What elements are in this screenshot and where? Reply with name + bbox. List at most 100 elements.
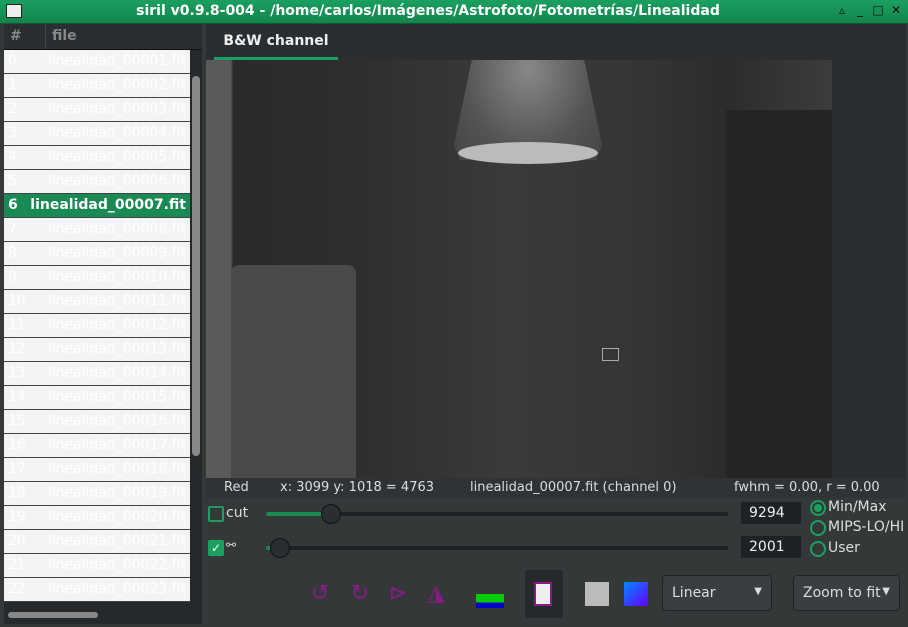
minimize-button[interactable]: _ [854, 3, 866, 17]
scale-dropdown[interactable]: Linear ▼ [662, 575, 772, 611]
row-index: 13 [8, 365, 26, 381]
list-item[interactable]: 16 linealidad_00017.fit [4, 434, 190, 458]
row-file: linealidad_00019.fit [47, 485, 186, 501]
row-index: 14 [8, 389, 26, 405]
row-file: linealidad_00009.fit [47, 245, 186, 261]
status-file: linealidad_00007.fit (channel 0) [470, 480, 677, 495]
selection-box[interactable] [602, 348, 619, 361]
list-item[interactable]: 7 linealidad_00008.fit [4, 218, 190, 242]
hi-value-field[interactable]: 9294 [741, 502, 801, 524]
list-item[interactable]: 11 linealidad_00012.fit [4, 314, 190, 338]
histogram-icon[interactable] [476, 580, 504, 608]
cut-checkbox[interactable] [208, 506, 224, 522]
close-button[interactable]: ✕ [890, 3, 902, 17]
horizontal-scrollbar[interactable] [8, 612, 98, 618]
list-item[interactable]: 1 linealidad_00002.fit [4, 74, 190, 98]
link-icon: ⚯ [226, 538, 237, 552]
list-item[interactable]: 2 linealidad_00003.fit [4, 98, 190, 122]
row-index: 22 [8, 581, 26, 597]
chevron-down-icon: ▼ [754, 586, 762, 597]
chevron-down-icon: ▼ [882, 586, 890, 597]
row-index: 1 [8, 77, 17, 93]
image-margin [832, 60, 906, 478]
list-item[interactable]: 17 linealidad_00018.fit [4, 458, 190, 482]
list-item[interactable]: 18 linealidad_00019.fit [4, 482, 190, 506]
list-item[interactable]: 8 linealidad_00009.fit [4, 242, 190, 266]
vertical-scrollbar[interactable] [192, 76, 200, 456]
status-bar: Red x: 3099 y: 1018 = 4763 linealidad_00… [206, 478, 906, 498]
lo-slider-track[interactable] [266, 546, 728, 550]
row-index: 7 [8, 221, 17, 237]
list-item[interactable]: 15 linealidad_00016.fit [4, 410, 190, 434]
rotate-left-icon[interactable]: ↺ [306, 580, 334, 608]
list-item[interactable]: 0 linealidad_00001.fit [4, 50, 190, 74]
mirror-y-icon[interactable]: ◮ [422, 580, 450, 608]
lo-slider-handle[interactable] [270, 538, 290, 558]
radio-minmax[interactable] [810, 500, 826, 516]
zoom-dropdown[interactable]: Zoom to fit ▼ [793, 575, 900, 611]
row-file: linealidad_00005.fit [47, 149, 186, 165]
list-item[interactable]: 4 linealidad_00005.fit [4, 146, 190, 170]
link-checkbox[interactable]: ✓ [208, 540, 224, 556]
row-file: linealidad_00023.fit [47, 581, 186, 597]
radio-mips[interactable] [810, 520, 826, 536]
row-index: 10 [8, 293, 26, 309]
row-file: linealidad_00014.fit [47, 365, 186, 381]
window-title: siril v0.9.8-004 - /home/carlos/Imágenes… [136, 3, 720, 19]
row-index: 18 [8, 485, 26, 501]
hi-slider-handle[interactable] [321, 504, 341, 524]
rotate-right-icon[interactable]: ↻ [346, 580, 374, 608]
image-info-button[interactable] [525, 570, 563, 618]
sequence-list: # file 0 linealidad_00001.fit 1 linealidad_… [4, 24, 202, 624]
list-item[interactable]: 13 linealidad_00014.fit [4, 362, 190, 386]
list-item[interactable]: 3 linealidad_00004.fit [4, 122, 190, 146]
list-item[interactable]: 12 linealidad_00013.fit [4, 338, 190, 362]
row-index: 19 [8, 509, 26, 525]
shade-button[interactable]: ▵ [836, 3, 848, 17]
radio-mips-label: MIPS-LO/HI [828, 519, 905, 535]
row-file: linealidad_00002.fit [47, 77, 186, 93]
radio-user[interactable] [810, 541, 826, 557]
row-file: linealidad_00017.fit [47, 437, 186, 453]
negative-view-icon[interactable] [585, 582, 609, 606]
column-header-file[interactable]: file [46, 24, 83, 49]
row-index: 20 [8, 533, 26, 549]
image-content [726, 110, 832, 478]
list-item[interactable]: 9 linealidad_00010.fit [4, 266, 190, 290]
row-file: linealidad_00010.fit [47, 269, 186, 285]
mirror-x-icon[interactable]: ⊳ [384, 580, 412, 608]
status-channel: Red [224, 480, 249, 495]
status-fwhm: fwhm = 0.00, r = 0.00 [734, 480, 880, 495]
lo-value-field[interactable]: 2001 [741, 536, 801, 558]
list-item[interactable]: 14 linealidad_00015.fit [4, 386, 190, 410]
row-file: linealidad_00021.fit [47, 533, 186, 549]
row-file: linealidad_00004.fit [47, 125, 186, 141]
zoom-value: Zoom to fit [803, 585, 881, 601]
list-item[interactable]: 10 linealidad_00011.fit [4, 290, 190, 314]
row-file: linealidad_00013.fit [47, 341, 186, 357]
app-icon[interactable] [6, 4, 22, 18]
row-index: 0 [8, 53, 17, 69]
row-index: 6 [8, 197, 18, 213]
maximize-button[interactable]: □ [872, 3, 884, 17]
row-file: linealidad_00008.fit [47, 221, 186, 237]
row-file: linealidad_00006.fit [47, 173, 186, 189]
list-item[interactable]: 5 linealidad_00006.fit [4, 170, 190, 194]
row-index: 3 [8, 125, 17, 141]
list-item[interactable]: 19 linealidad_00020.fit [4, 506, 190, 530]
list-item[interactable]: 22 linealidad_00023.fit [4, 578, 190, 602]
tab-bw-channel[interactable]: B&W channel [214, 24, 338, 60]
list-item[interactable]: 6 linealidad_00007.fit [4, 194, 190, 218]
row-index: 4 [8, 149, 17, 165]
row-file: linealidad_00012.fit [47, 317, 186, 333]
list-item[interactable]: 20 linealidad_00021.fit [4, 530, 190, 554]
row-index: 9 [8, 269, 17, 285]
false-color-icon[interactable] [624, 582, 648, 606]
row-index: 15 [8, 413, 26, 429]
column-header-index[interactable]: # [4, 24, 46, 49]
image-content [231, 265, 356, 478]
row-index: 16 [8, 437, 26, 453]
row-file: linealidad_00001.fit [47, 53, 186, 69]
list-item[interactable]: 21 linealidad_00022.fit [4, 554, 190, 578]
image-view[interactable] [206, 60, 832, 478]
